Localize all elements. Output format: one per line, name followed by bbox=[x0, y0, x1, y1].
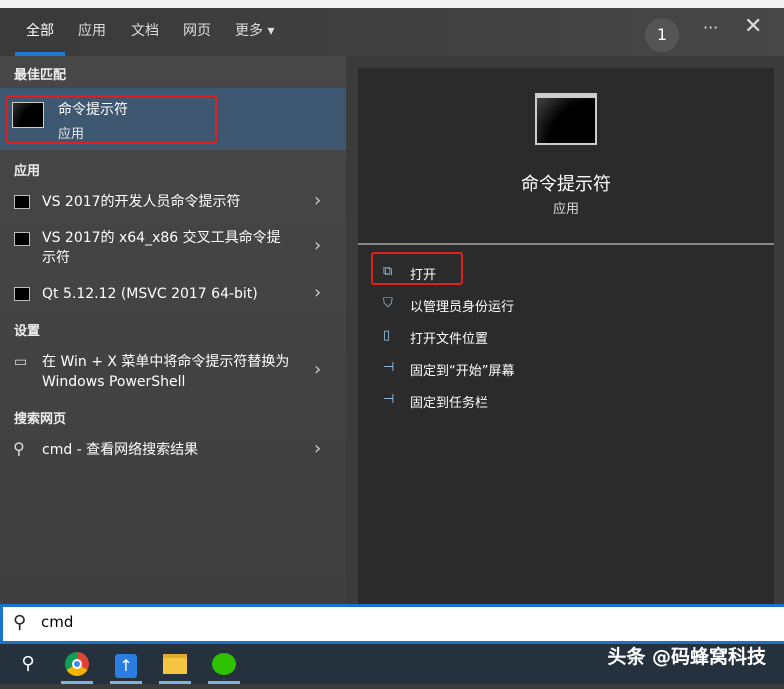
action-label: 固定到“开始”屏幕 bbox=[410, 364, 515, 379]
item-label: VS 2017的 x64_x86 交叉工具命令提示符 bbox=[42, 230, 281, 266]
cmd-icon bbox=[14, 287, 30, 301]
app-arrow-icon[interactable]: ↑ bbox=[106, 644, 146, 684]
tab-all[interactable]: 全部 bbox=[26, 20, 54, 40]
cmd-large-icon bbox=[535, 93, 597, 145]
list-item[interactable]: ▭ 在 Win + X 菜单中将命令提示符替换为 Windows PowerSh… bbox=[0, 350, 346, 394]
watermark: 头条 @码蜂窝科技 bbox=[607, 646, 766, 668]
detail-title: 命令提示符 bbox=[521, 174, 611, 195]
section-web: 搜索网页 bbox=[14, 412, 67, 427]
action-label: 固定到任务栏 bbox=[410, 396, 489, 411]
search-icon: ⚲ bbox=[13, 612, 27, 633]
pin-icon: ⊣ bbox=[383, 360, 395, 375]
section-settings: 设置 bbox=[14, 324, 41, 339]
cmd-icon bbox=[14, 195, 30, 209]
search-icon: ⚲ bbox=[13, 439, 25, 458]
search-icon[interactable]: ⚲ bbox=[8, 644, 48, 684]
cmd-icon bbox=[14, 232, 30, 246]
item-label: Qt 5.12.12 (MSVC 2017 64-bit) bbox=[42, 286, 258, 302]
tab-bar: 全部 应用 文档 网页 更多 ▾ 1 ··· ✕ bbox=[0, 8, 784, 56]
detail-subtitle: 应用 bbox=[552, 202, 579, 217]
item-label: cmd - 查看网络搜索结果 bbox=[42, 442, 199, 458]
list-item[interactable]: Qt 5.12.12 (MSVC 2017 64-bit) › bbox=[0, 282, 346, 308]
tab-web[interactable]: 网页 bbox=[183, 20, 211, 40]
chevron-right-icon[interactable]: › bbox=[314, 282, 321, 303]
section-best-match: 最佳匹配 bbox=[14, 68, 67, 83]
rewards-badge[interactable]: 1 bbox=[645, 18, 679, 52]
chevron-right-icon[interactable]: › bbox=[314, 235, 321, 256]
chevron-right-icon[interactable]: › bbox=[314, 438, 321, 459]
chevron-right-icon[interactable]: › bbox=[314, 190, 321, 211]
item-label: 在 Win + X 菜单中将命令提示符替换为 Windows PowerShel… bbox=[42, 354, 290, 390]
search-box[interactable]: ⚲ bbox=[0, 604, 784, 644]
divider bbox=[358, 243, 774, 245]
close-icon[interactable]: ✕ bbox=[744, 14, 762, 39]
highlight-box bbox=[371, 252, 463, 285]
tab-apps[interactable]: 应用 bbox=[78, 20, 106, 40]
action-label: 以管理员身份运行 bbox=[410, 300, 515, 315]
pin-icon: ⊣ bbox=[383, 392, 395, 407]
shield-icon: ⛉ bbox=[383, 296, 393, 311]
highlight-box bbox=[6, 95, 217, 144]
list-item[interactable]: VS 2017的 x64_x86 交叉工具命令提示符 › bbox=[0, 226, 346, 270]
file-explorer-icon[interactable] bbox=[155, 644, 195, 684]
list-item[interactable]: ⚲ cmd - 查看网络搜索结果 › bbox=[0, 438, 346, 464]
chrome-icon[interactable] bbox=[57, 644, 97, 684]
item-label: VS 2017的开发人员命令提示符 bbox=[42, 194, 241, 210]
action-label: 打开文件位置 bbox=[410, 332, 489, 347]
tab-more[interactable]: 更多 ▾ bbox=[235, 20, 274, 40]
search-input[interactable] bbox=[41, 613, 641, 631]
more-options-icon[interactable]: ··· bbox=[703, 18, 718, 37]
settings-icon: ▭ bbox=[14, 354, 28, 370]
list-item[interactable]: VS 2017的开发人员命令提示符 › bbox=[0, 190, 346, 216]
background-window-strip bbox=[0, 0, 784, 8]
tab-documents[interactable]: 文档 bbox=[131, 20, 159, 40]
taskbar: ⚲ ↑ 头条 @码蜂窝科技 bbox=[0, 644, 784, 684]
chevron-right-icon[interactable]: › bbox=[314, 359, 321, 380]
wechat-icon[interactable] bbox=[204, 644, 244, 684]
section-apps: 应用 bbox=[14, 164, 41, 179]
file-location-icon: ▯ bbox=[383, 328, 391, 343]
